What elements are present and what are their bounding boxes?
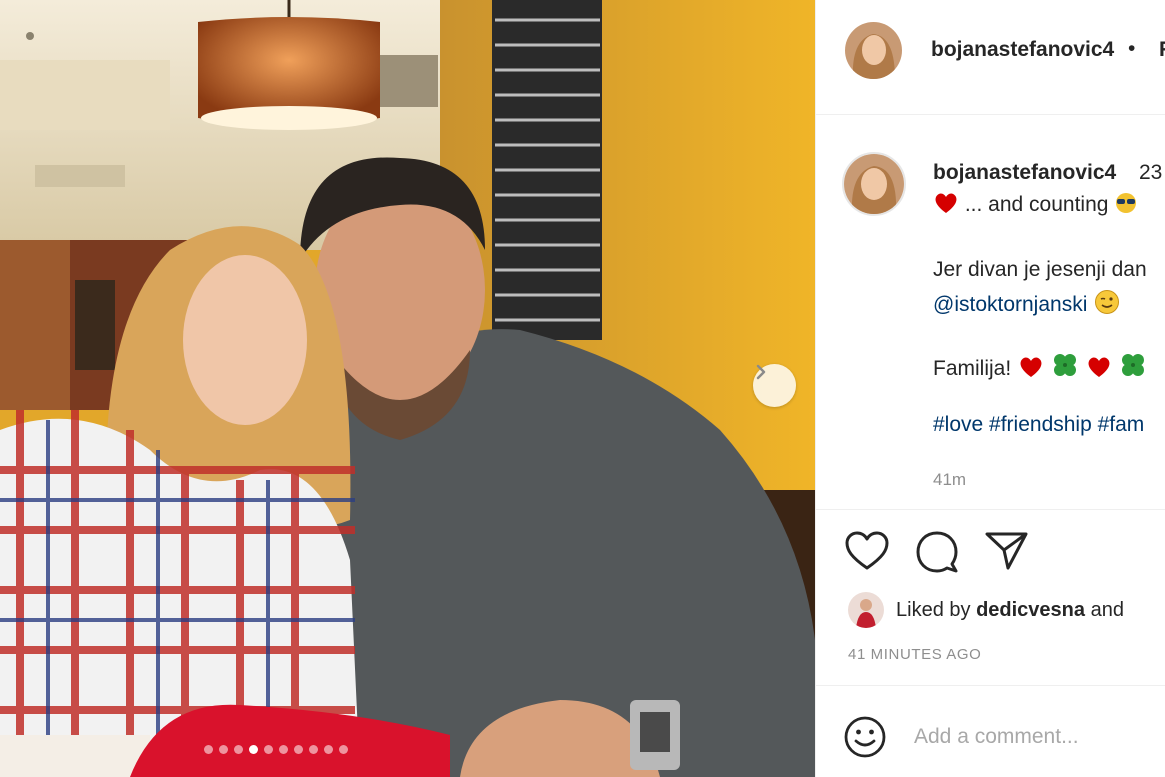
- likes-prefix: Liked by: [896, 598, 971, 621]
- four-leaf-clover-icon: [1121, 354, 1144, 376]
- likes-suffix[interactable]: and: [1091, 599, 1124, 621]
- photo-image: [0, 0, 815, 777]
- caption-time: 23: [1139, 161, 1163, 184]
- chevron-right-icon: [756, 364, 766, 380]
- next-photo-button[interactable]: [753, 364, 796, 407]
- red-heart-icon: [1088, 357, 1110, 377]
- carousel-dot: [204, 745, 213, 754]
- likes-row: Liked by dedicvesna and: [848, 592, 1124, 628]
- caption-line-1: ... and counting: [933, 191, 1138, 217]
- winking-face-icon: [1095, 290, 1120, 314]
- caption-line-2: Jer divan je jesenji dan: [933, 258, 1147, 281]
- carousel-dots: [204, 745, 348, 754]
- caption-hashtags: #love #friendship #fam: [933, 413, 1144, 437]
- carousel-dot: [264, 745, 273, 754]
- follow-button[interactable]: F: [1159, 38, 1165, 62]
- comment-input[interactable]: [914, 720, 1154, 754]
- paper-plane-icon[interactable]: [984, 530, 1030, 572]
- caption-line-1-text: ... and counting: [964, 193, 1109, 216]
- carousel-dot: [234, 745, 243, 754]
- hashtag-links[interactable]: #love #friendship #fam: [933, 413, 1144, 436]
- caption-line-3-text: Familija!: [933, 357, 1012, 380]
- speech-bubble-icon[interactable]: [914, 530, 960, 574]
- liker-username[interactable]: dedicvesna: [976, 599, 1085, 621]
- heart-outline-icon[interactable]: [844, 530, 890, 572]
- red-heart-icon: [1020, 357, 1042, 377]
- carousel-dot: [219, 745, 228, 754]
- action-bar: [816, 510, 1165, 600]
- header-username[interactable]: bojanastefanovic4: [931, 38, 1114, 62]
- likes-text: Liked by dedicvesna and: [896, 599, 1124, 622]
- posted-time: 41 MINUTES AGO: [848, 646, 982, 663]
- comment-bar: [816, 685, 1165, 777]
- caption-area: bojanastefanovic4 23 ... and counting Je…: [816, 115, 1165, 510]
- liker-avatar[interactable]: [848, 592, 884, 628]
- caption-username[interactable]: bojanastefanovic4: [933, 161, 1116, 185]
- carousel-dot: [324, 745, 333, 754]
- header-separator: •: [1128, 37, 1136, 60]
- carousel-dot: [339, 745, 348, 754]
- red-heart-icon: [935, 193, 957, 213]
- four-leaf-clover-icon: [1053, 354, 1076, 376]
- post-header: bojanastefanovic4 • F: [816, 0, 1165, 115]
- carousel-dot: [294, 745, 303, 754]
- mention-link[interactable]: @istoktornjanski: [933, 293, 1087, 316]
- post-side-panel: bojanastefanovic4 • F bojanastefanovic4 …: [815, 0, 1165, 777]
- carousel-dot: [249, 745, 258, 754]
- carousel-dot: [279, 745, 288, 754]
- sunglasses-emoji-icon: [1116, 193, 1137, 213]
- avatar[interactable]: [845, 22, 902, 79]
- caption-line-3: Familija!: [933, 351, 1147, 381]
- caption-age: 41m: [933, 470, 967, 489]
- smiley-face-icon[interactable]: [843, 715, 887, 759]
- carousel-dot: [309, 745, 318, 754]
- caption-mention-line: @istoktornjanski: [933, 289, 1121, 317]
- caption-avatar[interactable]: [842, 152, 906, 216]
- post-photo[interactable]: [0, 0, 815, 777]
